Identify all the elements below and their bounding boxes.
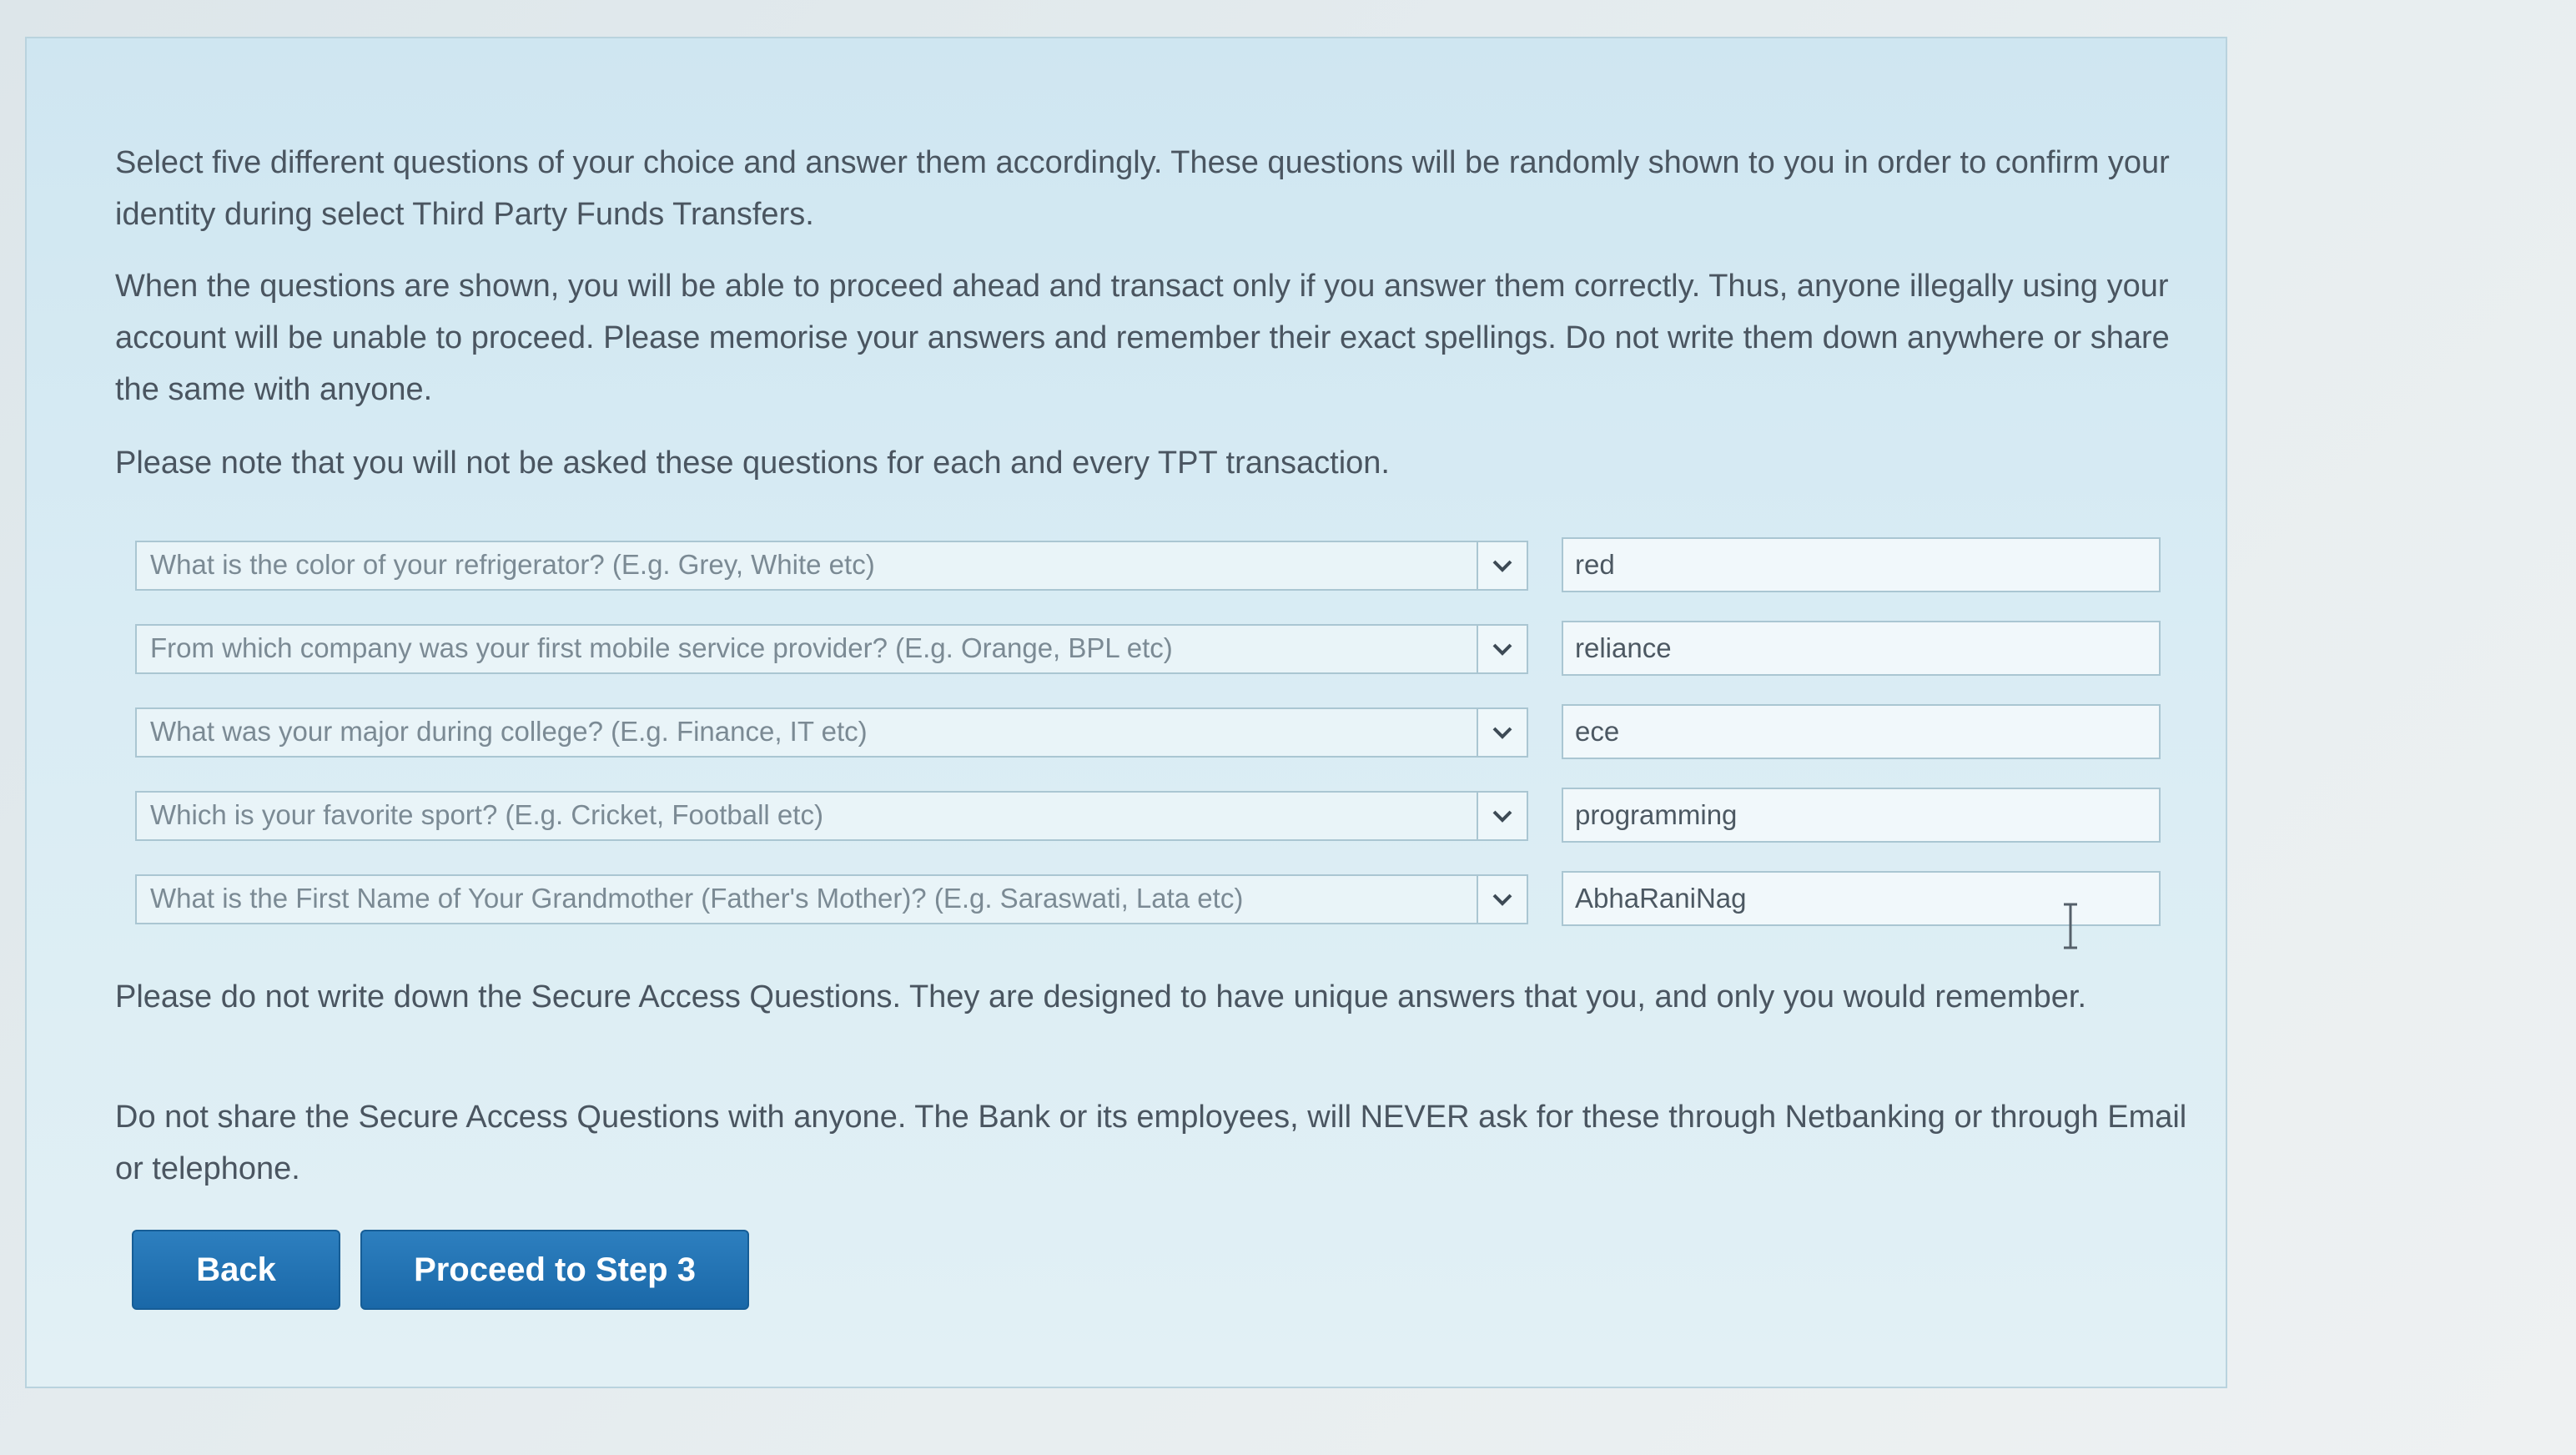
question-row-1: What is the color of your refrigerator? …	[135, 537, 2171, 594]
intro-paragraph-3: Please note that you will not be asked t…	[115, 446, 1390, 481]
answer-input-3[interactable]	[1562, 704, 2161, 759]
question-select-5[interactable]: What is the First Name of Your Grandmoth…	[135, 874, 1528, 924]
intro-paragraph-1: Select five different questions of your …	[115, 145, 2170, 232]
proceed-to-step-3-button[interactable]: Proceed to Step 3	[360, 1230, 749, 1310]
answer-input-2[interactable]	[1562, 621, 2161, 676]
question-select-5-value: What is the First Name of Your Grandmoth…	[150, 883, 1244, 914]
answer-input-1[interactable]	[1562, 537, 2161, 592]
question-select-1[interactable]: What is the color of your refrigerator? …	[135, 541, 1528, 591]
chevron-down-icon[interactable]	[1477, 876, 1527, 923]
chevron-down-icon[interactable]	[1477, 626, 1527, 672]
question-select-2-value: From which company was your first mobile…	[150, 632, 1173, 663]
question-select-4[interactable]: Which is your favorite sport? (E.g. Cric…	[135, 791, 1528, 841]
chevron-down-icon[interactable]	[1477, 542, 1527, 589]
question-select-1-value: What is the color of your refrigerator? …	[150, 549, 875, 580]
question-select-3-value: What was your major during college? (E.g…	[150, 716, 868, 747]
answer-input-4[interactable]	[1562, 788, 2161, 843]
chevron-down-icon[interactable]	[1477, 709, 1527, 756]
text-cursor-icon	[2064, 903, 2077, 949]
question-row-3: What was your major during college? (E.g…	[135, 704, 2171, 761]
chevron-down-icon[interactable]	[1477, 793, 1527, 839]
question-select-3[interactable]: What was your major during college? (E.g…	[135, 707, 1528, 758]
secure-access-panel: Select five different questions of your …	[25, 37, 2227, 1388]
question-row-4: Which is your favorite sport? (E.g. Cric…	[135, 788, 2171, 844]
intro-paragraph-2: When the questions are shown, you will b…	[115, 269, 2170, 407]
question-select-4-value: Which is your favorite sport? (E.g. Cric…	[150, 799, 823, 830]
question-row-2: From which company was your first mobile…	[135, 621, 2171, 677]
warning-paragraph-2: Do not share the Secure Access Questions…	[115, 1100, 2187, 1186]
question-select-2[interactable]: From which company was your first mobile…	[135, 624, 1528, 674]
warning-paragraph-1: Please do not write down the Secure Acce…	[115, 979, 2087, 1014]
back-button[interactable]: Back	[132, 1230, 340, 1310]
question-row-5: What is the First Name of Your Grandmoth…	[135, 871, 2171, 928]
